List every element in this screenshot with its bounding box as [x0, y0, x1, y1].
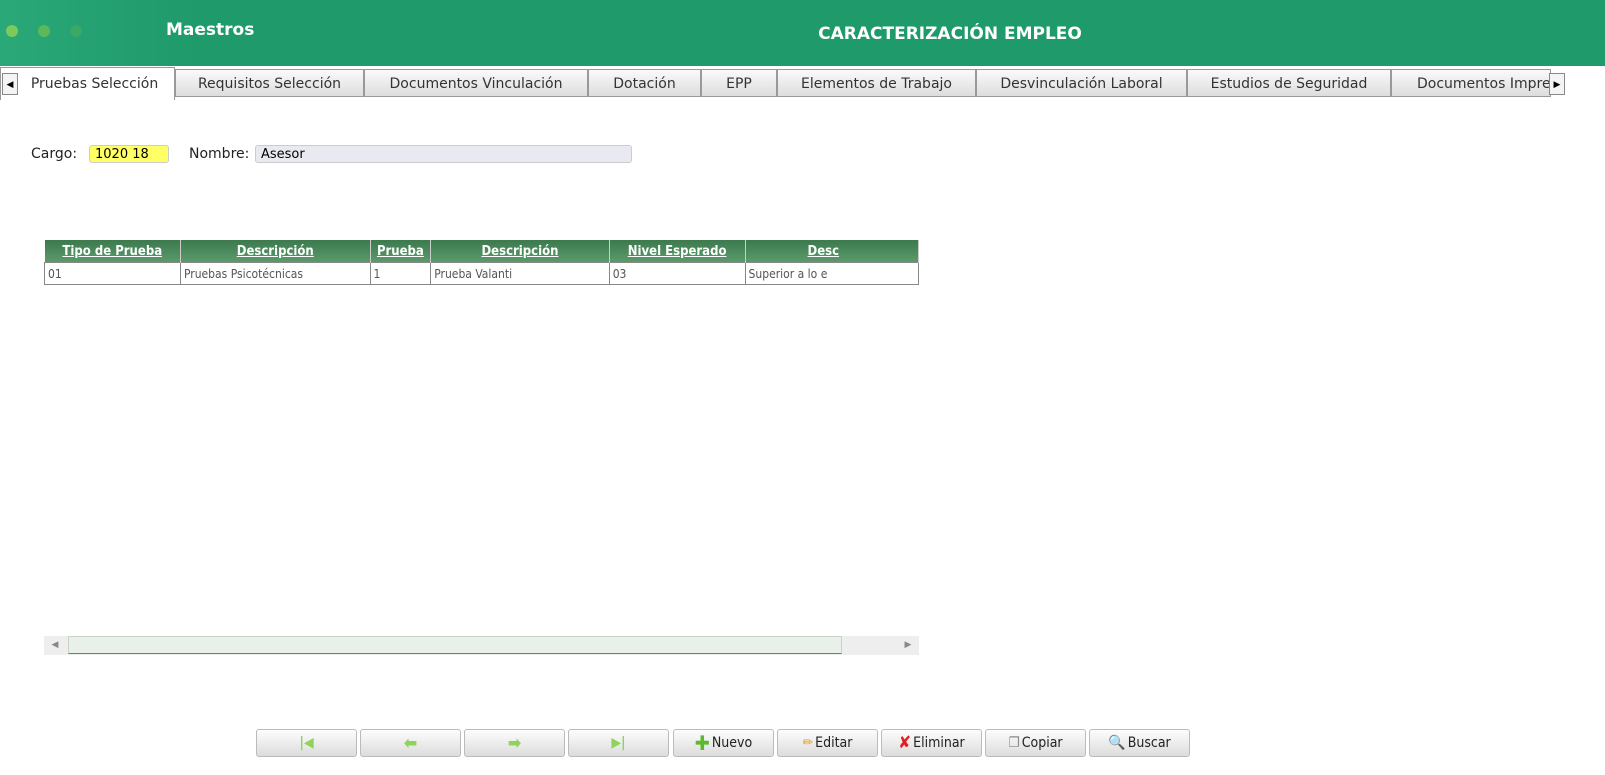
arrow-left-icon: ⬅ — [403, 732, 418, 754]
last-record-button[interactable]: ▶| — [568, 729, 669, 757]
first-record-button[interactable]: |◀ — [256, 729, 357, 757]
tab-pruebas-seleccion[interactable]: Pruebas Selección — [0, 67, 175, 100]
col-nivel-esperado[interactable]: Nivel Esperado — [609, 240, 746, 263]
nombre-label: Nombre: — [189, 146, 250, 162]
nuevo-label: Nuevo — [711, 735, 753, 751]
eliminar-button[interactable]: ✘ Eliminar — [881, 729, 982, 757]
page-title: CARACTERIZACIÓN EMPLEO — [818, 24, 1082, 44]
copy-icon: ❐ — [1008, 735, 1020, 751]
cell: Pruebas Psicotécnicas — [179, 262, 371, 285]
tab-scroll-left-icon[interactable]: ◀ — [2, 73, 18, 95]
cell: Prueba Valanti — [430, 262, 610, 285]
col-descripcion-nivel[interactable]: Desc — [745, 240, 919, 263]
delete-x-icon: ✘ — [898, 733, 912, 753]
tab-estudios-seguridad[interactable]: Estudios de Seguridad — [1187, 69, 1391, 97]
horizontal-scrollbar[interactable]: ◀ ▶ — [44, 636, 919, 655]
results-grid: Tipo de Prueba Descripción Prueba Descri… — [44, 240, 919, 286]
tab-requisitos-seleccion[interactable]: Requisitos Selección — [175, 69, 364, 97]
next-record-button[interactable]: ➡ — [464, 729, 565, 757]
tab-elementos-trabajo[interactable]: Elementos de Trabajo — [777, 69, 976, 97]
col-tipo-prueba[interactable]: Tipo de Prueba — [44, 240, 181, 263]
tab-documentos-vinculacion[interactable]: Documentos Vinculación — [364, 69, 588, 97]
first-icon: |◀ — [299, 735, 314, 751]
eliminar-label: Eliminar — [913, 735, 965, 751]
scroll-left-icon[interactable]: ◀ — [44, 636, 66, 655]
cell: 1 — [369, 262, 432, 285]
cargo-input[interactable]: 1020 18 — [89, 145, 169, 163]
plus-icon: ✚ — [694, 731, 710, 755]
title-bar: Maestros CARACTERIZACIÓN EMPLEO — [0, 0, 1605, 66]
editar-label: Editar — [815, 735, 853, 751]
col-prueba[interactable]: Prueba — [370, 240, 432, 263]
tab-desvinculacion-laboral[interactable]: Desvinculación Laboral — [976, 69, 1187, 97]
copiar-label: Copiar — [1021, 735, 1063, 751]
cell: 03 — [608, 262, 746, 285]
buscar-label: Buscar — [1127, 735, 1171, 751]
tab-epp[interactable]: EPP — [701, 69, 777, 97]
cell: Superior a lo e — [744, 262, 919, 285]
arrow-right-icon: ➡ — [507, 732, 522, 754]
nuevo-button[interactable]: ✚ Nuevo — [673, 729, 774, 757]
tab-dotacion[interactable]: Dotación — [588, 69, 701, 97]
tab-documentos-impresion[interactable]: Documentos Impre — [1391, 69, 1551, 97]
col-descripcion-prueba[interactable]: Descripción — [430, 240, 610, 263]
search-icon: 🔍 — [1108, 735, 1126, 751]
tab-bar: Requisitos Selección Documentos Vinculac… — [0, 67, 1605, 100]
table-row[interactable]: 01 Pruebas Psicotécnicas 1 Prueba Valant… — [44, 262, 919, 285]
cargo-label: Cargo: — [31, 146, 78, 162]
pencil-icon: ✏ — [802, 735, 814, 751]
tab-scroll-right-icon[interactable]: ▶ — [1549, 73, 1565, 95]
previous-record-button[interactable]: ⬅ — [360, 729, 461, 757]
col-descripcion[interactable]: Descripción — [180, 240, 371, 263]
scroll-right-icon[interactable]: ▶ — [897, 636, 919, 655]
copiar-button[interactable]: ❐ Copiar — [985, 729, 1086, 757]
editar-button[interactable]: ✏ Editar — [777, 729, 878, 757]
scrollbar-thumb[interactable] — [68, 636, 842, 654]
cell: 01 — [44, 262, 181, 285]
last-icon: ▶| — [611, 735, 626, 751]
buscar-button[interactable]: 🔍 Buscar — [1089, 729, 1190, 757]
nombre-input[interactable]: Asesor — [255, 145, 632, 163]
